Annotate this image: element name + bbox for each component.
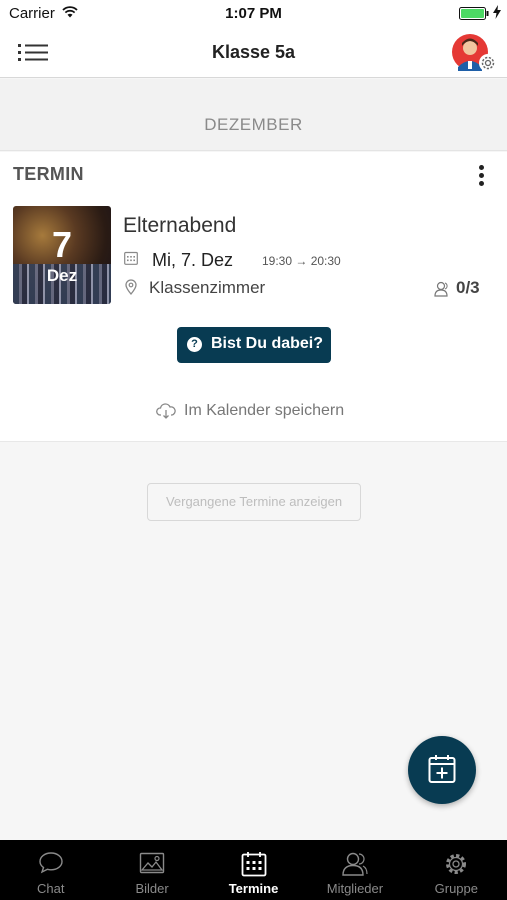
tab-chat[interactable]: Chat (0, 840, 101, 900)
location-pin-icon (125, 279, 137, 295)
month-label: DEZEMBER (204, 115, 303, 134)
save-to-calendar-link[interactable]: Im Kalender speichern (0, 400, 507, 424)
tab-termine[interactable]: Termine (203, 840, 304, 900)
participants-count: 0/3 (456, 278, 480, 297)
tab-bilder-label: Bilder (135, 881, 169, 896)
page-title: Klasse 5a (211, 42, 296, 62)
event-title: Elternabend (123, 214, 237, 237)
nav-header: Klasse 5a (0, 28, 507, 78)
month-header: DEZEMBER (0, 79, 507, 151)
more-options-icon[interactable] (470, 162, 492, 190)
gear-icon[interactable] (478, 53, 498, 73)
save-to-calendar-label: Im Kalender speichern (184, 402, 345, 419)
event-card[interactable]: TERMIN 7 Dez Elternabend Mi, 7. Dez 19:3… (0, 152, 507, 442)
tab-termine-label: Termine (228, 881, 279, 896)
event-time: 19:30 → 20:30 (262, 254, 341, 268)
status-time: 1:07 PM (225, 5, 282, 22)
event-date: Mi, 7. Dez (152, 250, 234, 270)
calendar-icon (241, 852, 266, 877)
event-type-label: TERMIN (13, 164, 84, 184)
tab-gruppe-label: Gruppe (434, 881, 479, 896)
tab-mitglieder-label: Mitglieder (326, 881, 384, 896)
battery-icon (459, 7, 489, 20)
tab-mitglieder[interactable]: Mitglieder (304, 840, 405, 900)
add-event-icon (428, 755, 456, 783)
tab-gruppe[interactable]: Gruppe (406, 840, 507, 900)
question-icon: ? (187, 337, 202, 352)
thumbnail-month: Dez (46, 266, 78, 285)
add-event-button[interactable] (408, 736, 476, 804)
participants-icon (434, 281, 448, 297)
show-past-events-label: Vergangene Termine anzeigen (165, 494, 343, 509)
cloud-download-icon (156, 403, 176, 419)
members-icon (342, 852, 368, 876)
gear-icon (446, 854, 467, 874)
charging-bolt-icon (493, 5, 501, 19)
show-past-events-button[interactable]: Vergangene Termine anzeigen (147, 483, 361, 521)
chat-bubble-icon (39, 852, 63, 874)
event-thumbnail: 7 Dez (13, 206, 111, 304)
tab-chat-label: Chat (36, 881, 65, 896)
rsvp-label: Bist Du dabei? (211, 335, 324, 352)
rsvp-button[interactable]: ? Bist Du dabei? (177, 327, 331, 363)
calendar-icon (124, 251, 138, 265)
thumbnail-day: 7 (51, 224, 73, 265)
event-location: Klassenzimmer (149, 278, 266, 297)
image-icon (139, 852, 165, 874)
status-bar: Carrier 1:07 PM (0, 0, 507, 28)
tab-bilder[interactable]: Bilder (101, 840, 202, 900)
tab-bar: Chat Bilder Termine Mitglieder Gruppe (0, 840, 507, 900)
